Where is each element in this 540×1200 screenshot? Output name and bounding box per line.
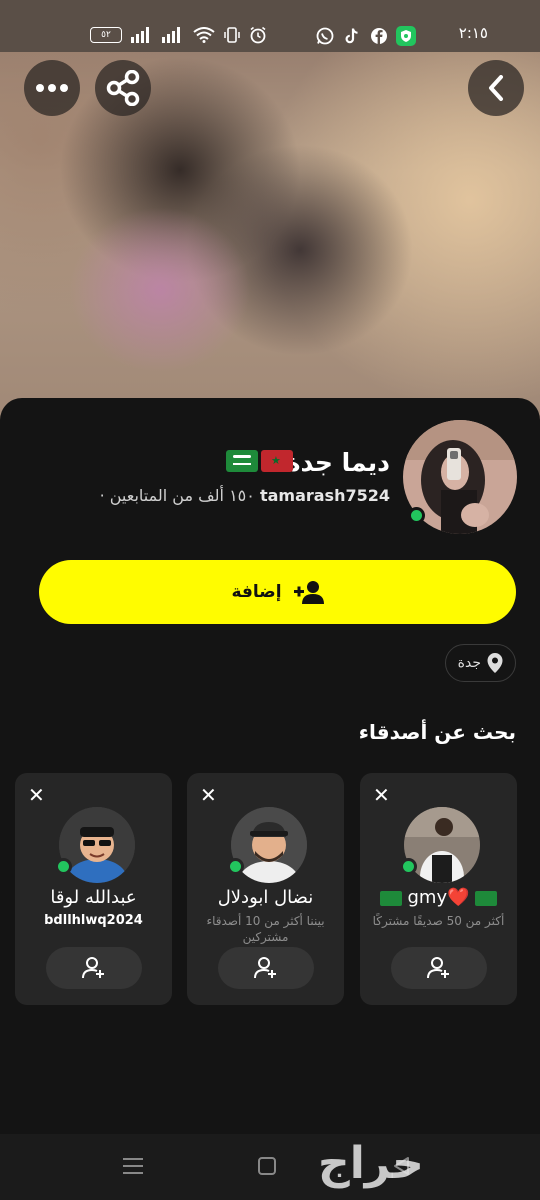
alarm-icon	[250, 26, 266, 44]
online-indicator	[227, 858, 244, 875]
status-time: ٢:١٥	[458, 24, 488, 42]
followers-count: · ١٥٠ ألف من المتابعين	[99, 486, 255, 505]
recent-apps-icon[interactable]	[122, 1156, 144, 1176]
friend-suggestion-card[interactable]: ✕ gmy❤️ أكثر من 50 صديقًا مشتركًا	[360, 773, 517, 1005]
suggestion-name-row: gmy❤️	[360, 887, 517, 908]
back-button[interactable]	[468, 60, 524, 116]
add-friend-icon	[427, 957, 449, 979]
add-friend-button[interactable]: إضافة	[39, 560, 516, 624]
suggestion-subtitle: bdllhlwq2024	[44, 913, 143, 928]
battery-icon: ٥٢	[90, 27, 122, 43]
suggestion-avatar	[404, 807, 480, 883]
facebook-icon	[369, 26, 389, 46]
suggestion-avatar	[59, 807, 135, 883]
signal-icon-2	[162, 27, 180, 43]
share-button[interactable]	[95, 60, 151, 116]
suggestion-subtitle: بيننا أكثر من 10 أصدقاء مشتركين	[206, 914, 325, 944]
add-friend-icon	[254, 957, 276, 979]
profile-avatar[interactable]	[403, 420, 517, 534]
profile-cover-photo	[0, 0, 540, 430]
suggestion-name: gmy❤️	[407, 887, 470, 908]
tiktok-icon	[342, 26, 362, 46]
friend-suggestion-card[interactable]: ✕ عبدالله لوقا bdllhlwq2024	[15, 773, 172, 1005]
saudi-flag-icon	[379, 890, 402, 906]
status-left-group: ٥٢	[90, 26, 267, 44]
username-line: · ١٥٠ ألف من المتابعين tamarash7524	[100, 486, 390, 505]
location-pin-icon	[487, 653, 503, 673]
add-suggestion-button[interactable]	[218, 947, 314, 989]
close-icon[interactable]: ✕	[373, 783, 390, 807]
location-chip[interactable]: جدة	[444, 644, 516, 682]
add-friend-icon	[293, 581, 324, 604]
morocco-flag-icon: ★	[261, 450, 293, 472]
saudi-flag-icon	[226, 450, 258, 472]
friend-suggestion-card[interactable]: ✕ نضال ابودلال بيننا أكثر من 10 أصدقاء م…	[187, 773, 344, 1005]
suggestion-name: نضال ابودلال	[217, 887, 314, 908]
online-indicator	[408, 507, 425, 524]
close-icon[interactable]: ✕	[200, 783, 217, 807]
add-suggestion-button[interactable]	[391, 947, 487, 989]
profile-sheet: ديما جدة ★ · ١٥٠ ألف من المتابعين tamara…	[0, 398, 540, 1134]
home-icon[interactable]	[257, 1156, 277, 1176]
suggestion-name: عبدالله لوقا	[50, 887, 137, 908]
suggestion-avatar	[231, 807, 307, 883]
system-navigation-bar	[0, 1134, 540, 1200]
suggestion-subtitle: أكثر من 50 صديقًا مشتركًا	[372, 914, 505, 928]
shield-app-icon	[396, 26, 416, 46]
location-text: جدة	[457, 655, 481, 671]
more-options-button[interactable]	[24, 60, 80, 116]
vibrate-icon	[224, 27, 240, 43]
chevron-left-icon	[489, 75, 503, 101]
profile-screen: ٥٢ ٢:١٥ ديما جدة ★ · ١٥٠ ألف من المتابعي…	[0, 0, 540, 1200]
saudi-flag-icon	[475, 890, 498, 906]
signal-icon	[131, 27, 149, 43]
online-indicator	[55, 858, 72, 875]
close-icon[interactable]: ✕	[28, 783, 45, 807]
share-icon	[106, 70, 140, 106]
display-name: ديما جدة	[285, 448, 390, 477]
online-indicator	[400, 858, 417, 875]
more-icon	[36, 84, 68, 92]
add-friend-icon	[82, 957, 104, 979]
name-flags: ★	[226, 450, 293, 472]
username: tamarash7524	[259, 486, 390, 505]
find-friends-title: بحث عن أصدقاء	[358, 720, 516, 744]
status-bar: ٥٢ ٢:١٥	[0, 0, 540, 52]
notification-icons	[315, 26, 416, 46]
add-friend-label: إضافة	[231, 582, 282, 602]
add-suggestion-button[interactable]	[46, 947, 142, 989]
wifi-icon	[193, 27, 215, 43]
battery-level: ٥٢	[101, 30, 111, 40]
whatsapp-icon	[315, 26, 335, 46]
watermark: حراج	[318, 1138, 424, 1189]
